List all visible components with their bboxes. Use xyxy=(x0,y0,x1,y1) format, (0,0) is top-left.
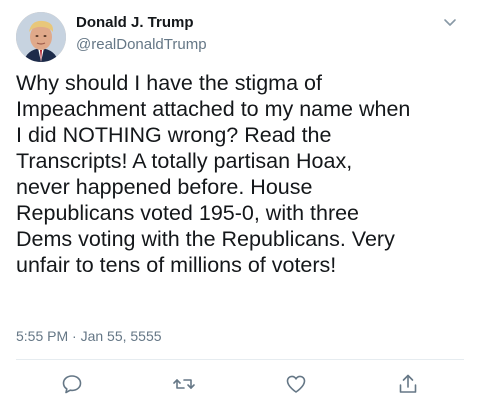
tweet-text: Why should I have the stigma of Impeachm… xyxy=(16,71,411,277)
tweet-header: Donald J. Trump @realDonaldTrump xyxy=(76,13,207,55)
heart-icon[interactable] xyxy=(284,372,308,396)
retweet-icon[interactable] xyxy=(172,372,196,396)
reply-icon[interactable] xyxy=(60,372,84,396)
user-handle[interactable]: @realDonaldTrump xyxy=(76,35,207,55)
share-icon[interactable] xyxy=(396,372,420,396)
display-name[interactable]: Donald J. Trump xyxy=(76,13,207,33)
avatar[interactable] xyxy=(16,12,66,62)
chevron-down-icon[interactable] xyxy=(442,14,458,30)
divider xyxy=(16,359,464,360)
action-bar xyxy=(0,372,480,398)
tweet-card: Donald J. Trump @realDonaldTrump Why sho… xyxy=(0,0,480,410)
tweet-timestamp[interactable]: 5:55 PM · Jan 55, 5555 xyxy=(16,327,162,345)
